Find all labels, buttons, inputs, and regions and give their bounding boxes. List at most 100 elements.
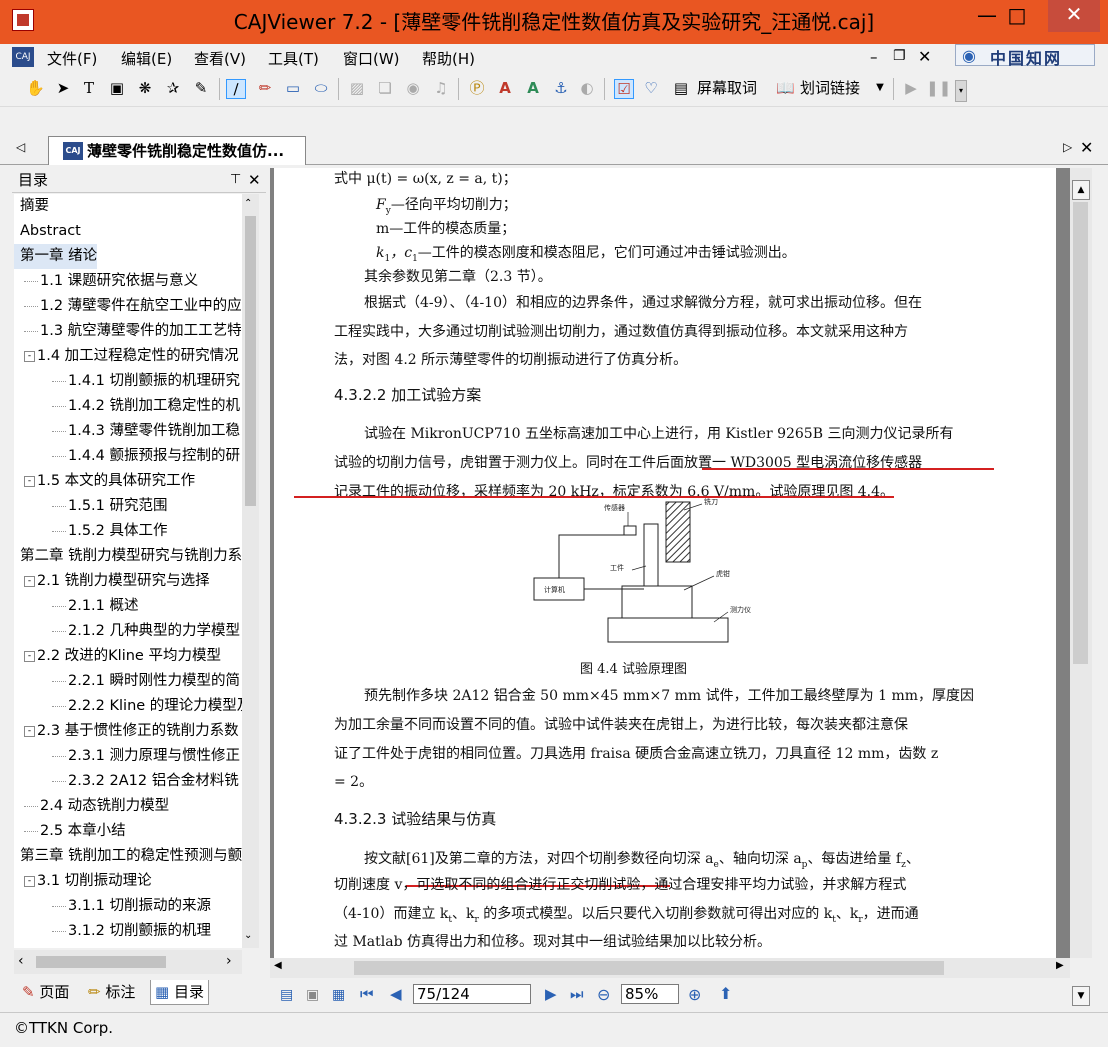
book-icon[interactable]: 📖 <box>776 79 795 97</box>
menu-edit[interactable]: 编辑(E) <box>121 48 172 69</box>
tab-document[interactable]: CAJ 薄壁零件铣削稳定性数值仿... <box>48 136 306 165</box>
toc-item[interactable]: 摘要 <box>14 194 49 219</box>
toc-item[interactable]: 1.4.4 颤振预报与控制的研 <box>14 444 240 469</box>
pencil-icon[interactable]: ✏ <box>256 79 274 97</box>
scroll-left-icon[interactable]: ◀ <box>274 960 282 971</box>
camera-icon[interactable]: ◉ <box>404 79 422 97</box>
mdi-minimize-icon[interactable]: – <box>870 48 878 66</box>
toc-vertical-scrollbar[interactable]: ⌃ ⌄ <box>242 194 259 948</box>
zoom-input[interactable] <box>621 984 679 1004</box>
font-icon[interactable]: A <box>496 79 514 97</box>
toc-item[interactable]: 2.5 本章小结 <box>14 819 126 844</box>
tab-close-icon[interactable]: ✕ <box>1080 138 1093 157</box>
toc-item[interactable]: 1.1 课题研究依据与意义 <box>14 269 198 294</box>
continuous-page-icon[interactable]: ▣ <box>306 987 319 1003</box>
first-page-icon[interactable]: ⏮ <box>360 985 374 1003</box>
toc-item[interactable]: 2.1.1 概述 <box>14 594 139 619</box>
collapse-toggle-icon[interactable]: - <box>24 650 35 662</box>
pause-icon[interactable]: ❚❚ <box>926 79 951 97</box>
scroll-right-icon[interactable]: ▶ <box>1056 960 1064 971</box>
stamp-icon[interactable]: ◐ <box>578 79 596 97</box>
tab-pages[interactable]: ✎ 页面 <box>22 980 69 1004</box>
select-arrow-icon[interactable]: ➤ <box>54 79 72 97</box>
zoom-in-icon[interactable]: ⊕ <box>688 985 701 1004</box>
toc-item[interactable]: -3.1 切削振动理论 <box>14 869 152 894</box>
heart-icon[interactable]: ♡ <box>642 79 660 97</box>
ocr-icon[interactable]: ❋ <box>136 79 154 97</box>
toc-item[interactable]: 1.5.2 具体工作 <box>14 519 168 544</box>
image-select-icon[interactable]: ▣ <box>108 79 126 97</box>
rectangle-icon[interactable]: ▭ <box>284 79 302 97</box>
notes-icon[interactable]: ☑ <box>614 79 634 99</box>
toc-item[interactable]: 第二章 铣削力模型研究与铣削力系 <box>14 544 242 569</box>
toc-horizontal-scrollbar[interactable]: ‹ › <box>14 950 242 974</box>
toc-item[interactable]: 3.1.1 切削振动的来源 <box>14 894 211 919</box>
chevron-down-icon[interactable]: ▼ <box>871 79 889 97</box>
toc-item[interactable]: 1.4.2 铣削加工稳定性的机 <box>14 394 240 419</box>
toc-hscroll-thumb[interactable] <box>36 956 166 968</box>
tab-scroll-left-icon[interactable]: ◁ <box>16 140 25 154</box>
document-hscroll-thumb[interactable] <box>354 961 944 975</box>
toc-item[interactable]: 1.4.1 切削颤振的机理研究 <box>14 369 240 394</box>
prev-page-icon[interactable]: ◀ <box>390 985 402 1003</box>
text-select-icon[interactable]: T <box>80 79 98 97</box>
tab-annotations[interactable]: ✏ 标注 <box>88 980 135 1004</box>
scroll-up-icon[interactable]: ⌃ <box>244 198 252 209</box>
annotation-underline[interactable] <box>702 468 994 470</box>
toc-item[interactable]: -2.2 改进的Kline 平均力模型 <box>14 644 221 669</box>
close-icon[interactable]: ✕ <box>1048 0 1100 32</box>
document-scroll-thumb[interactable] <box>1073 202 1088 664</box>
menu-view[interactable]: 查看(V) <box>194 48 246 69</box>
music-icon[interactable]: ♫ <box>432 79 450 97</box>
toc-item[interactable]: 2.2.1 瞬时刚性力模型的简 <box>14 669 240 694</box>
toc-item[interactable]: 1.4.3 薄壁零件铣削加工稳 <box>14 419 240 444</box>
collapse-toggle-icon[interactable]: - <box>24 350 35 362</box>
toc-item[interactable]: 2.3.1 测力原理与惯性修正 <box>14 744 240 769</box>
snapshot-icon[interactable]: ✰ <box>164 79 182 97</box>
tab-scroll-right-icon[interactable]: ▷ <box>1063 140 1072 154</box>
highlight-icon[interactable]: ✎ <box>192 79 210 97</box>
toc-item[interactable]: 2.1.2 几种典型的力学模型 <box>14 619 240 644</box>
screen-ocr-button[interactable]: 屏幕取词 <box>697 78 757 98</box>
cnki-logo[interactable]: ◉ 中国知网 <box>955 44 1095 68</box>
word-link-button[interactable]: 划词链接 <box>800 78 860 98</box>
page-number-input[interactable] <box>413 984 531 1004</box>
toc-item[interactable]: -2.1 铣削力模型研究与选择 <box>14 569 210 594</box>
menu-file[interactable]: 文件(F) <box>47 48 97 69</box>
zoom-out-icon[interactable]: ⊖ <box>597 985 610 1004</box>
copy-icon[interactable]: ❏ <box>376 79 394 97</box>
tab-toc[interactable]: ▦ 目录 <box>150 980 209 1005</box>
menu-help[interactable]: 帮助(H) <box>422 48 475 69</box>
scroll-down-icon[interactable]: ▼ <box>1072 986 1090 1006</box>
document-page[interactable]: 式中 μ(t) = ω(x, z = a, t)； Fy—径向平均切削力； m—… <box>274 168 1056 958</box>
toc-item[interactable]: 2.3.2 2A12 铝合金材料铣 <box>14 769 239 794</box>
anchor-icon[interactable]: ⚓ <box>552 79 570 97</box>
toc-item[interactable]: 第一章 绪论 <box>14 244 98 269</box>
maximize-icon[interactable]: □ <box>994 1 1040 31</box>
toc-item[interactable]: 2.4 动态铣削力模型 <box>14 794 169 819</box>
collapse-toggle-icon[interactable]: - <box>24 475 35 487</box>
single-page-icon[interactable]: ▤ <box>280 987 293 1003</box>
document-horizontal-scrollbar[interactable]: ◀ ▶ <box>270 958 1070 978</box>
toc-item[interactable]: -1.5 本文的具体研究工作 <box>14 469 195 494</box>
collapse-toggle-icon[interactable]: - <box>24 875 35 887</box>
toc-item[interactable]: -2.3 基于惯性修正的铣削力系数 <box>14 719 239 744</box>
ellipse-icon[interactable]: ⬭ <box>312 79 330 97</box>
scroll-up-icon[interactable]: ▲ <box>1072 180 1090 200</box>
toc-item[interactable]: 3.1.2 切削颤振的机理 <box>14 919 211 944</box>
scroll-left-icon[interactable]: ‹ <box>18 953 24 969</box>
toolbar-overflow-icon[interactable]: ▾ <box>955 80 967 102</box>
collapse-toggle-icon[interactable]: - <box>24 575 35 587</box>
toc-item[interactable]: 2.2.2 Kline 的理论力模型及 <box>14 694 242 719</box>
toc-item[interactable]: Abstract <box>14 219 81 244</box>
page-up-arrow-icon[interactable]: ⬆ <box>719 984 732 1003</box>
two-page-icon[interactable]: ▦ <box>332 987 345 1003</box>
toc-item[interactable]: 第三章 铣削加工的稳定性预测与颤 <box>14 844 242 869</box>
pin-icon[interactable]: ⊤ <box>230 168 241 192</box>
hand-tool-icon[interactable]: ✋ <box>26 79 45 97</box>
menu-window[interactable]: 窗口(W) <box>343 48 400 69</box>
eraser-icon[interactable]: ▨ <box>348 79 366 97</box>
mdi-restore-icon[interactable]: ❐ <box>893 48 906 64</box>
menu-tools[interactable]: 工具(T) <box>268 48 319 69</box>
toc-item[interactable]: 1.5.1 研究范围 <box>14 494 168 519</box>
